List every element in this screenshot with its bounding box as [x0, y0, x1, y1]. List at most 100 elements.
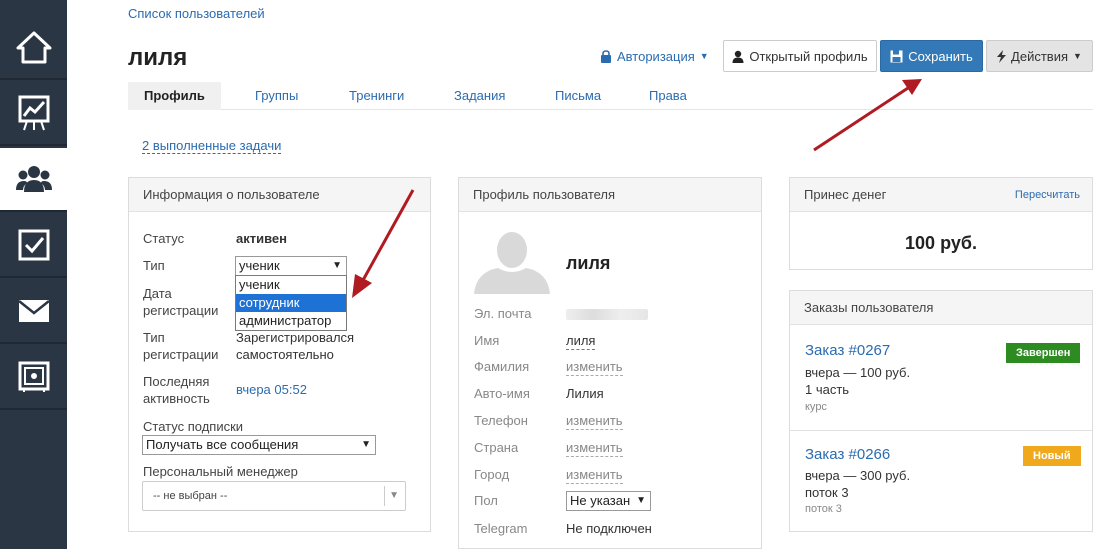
order-type: курс: [805, 401, 827, 413]
select-separator: [384, 486, 385, 506]
type-select-value: ученик: [239, 258, 280, 273]
type-label: Тип: [143, 258, 165, 273]
home-icon: [16, 31, 51, 64]
email-redacted: [566, 309, 648, 320]
status-label: Статус: [143, 231, 185, 246]
last-active-label-line2: активность: [143, 391, 210, 406]
last-name-label: Фамилия: [474, 359, 530, 374]
user-icon: [732, 50, 744, 63]
reg-date-label-line1: Дата: [143, 286, 172, 301]
caret-down-icon: ▼: [636, 495, 646, 506]
city-label: Город: [474, 467, 510, 482]
avatar-placeholder-icon: [474, 232, 550, 294]
reg-date-label-line2: регистрации: [143, 303, 219, 318]
order-when: вчера — 100 руб.: [805, 365, 911, 380]
orders-divider: [790, 430, 1092, 431]
type-dropdown-list: ученик сотрудник администратор: [235, 275, 347, 331]
gender-select-value: Не указан: [570, 493, 631, 508]
profile-name: лиля: [566, 253, 611, 273]
user-profile-title: Профиль пользователя: [459, 178, 761, 212]
phone-label: Телефон: [474, 413, 528, 428]
bolt-icon: [997, 49, 1007, 63]
authorization-dropdown[interactable]: Авторизация ▼: [600, 44, 709, 68]
caret-down-icon: ▼: [389, 490, 399, 501]
order-detail: 1 часть: [805, 382, 850, 397]
manager-select[interactable]: -- не выбран -- ▼: [142, 481, 406, 511]
authorization-label: Авторизация: [617, 48, 695, 64]
sidebar-item-safe[interactable]: [0, 346, 67, 410]
recalculate-link[interactable]: Пересчитать: [1015, 178, 1080, 212]
order-detail: поток 3: [805, 485, 849, 500]
tab-trainings[interactable]: Тренинги: [349, 82, 404, 110]
order-link[interactable]: Заказ #0267: [805, 342, 890, 359]
caret-down-icon: ▼: [699, 51, 709, 61]
first-name-label: Имя: [474, 333, 500, 348]
order-type: поток 3: [805, 503, 842, 515]
chart-board-icon: [18, 95, 49, 131]
open-profile-button[interactable]: Открытый профиль: [723, 40, 877, 72]
completed-tasks-link[interactable]: 2 выполненные задачи: [142, 138, 282, 154]
reg-type-value-line1: Зарегистрировался: [236, 330, 355, 345]
mail-icon: [17, 300, 50, 322]
city-edit-link[interactable]: изменить: [566, 466, 623, 484]
manager-select-value: -- не выбран --: [153, 490, 228, 502]
safe-icon: [18, 361, 49, 392]
caret-down-icon: ▼: [1073, 51, 1082, 61]
last-name-edit-link[interactable]: изменить: [566, 358, 623, 376]
checkbox-icon: [18, 229, 49, 261]
last-active-label-line1: Последняя: [143, 374, 210, 389]
order-when: вчера — 300 руб.: [805, 468, 911, 483]
auto-name-value: Лилия: [566, 386, 604, 401]
reg-type-label-line2: регистрации: [143, 347, 219, 362]
page-title: лиля: [128, 44, 188, 71]
telegram-label: Telegram: [474, 521, 528, 536]
profile-tabs: Профиль Группы Тренинги Задания Письма П…: [128, 82, 1093, 110]
sidebar-item-messages[interactable]: [0, 280, 67, 344]
sidebar-item-users[interactable]: [0, 148, 67, 212]
actions-dropdown-button[interactable]: Действия ▼: [986, 40, 1093, 72]
subscription-label: Статус подписки: [143, 419, 244, 434]
manager-label: Персональный менеджер: [143, 464, 298, 479]
email-label: Эл. почта: [474, 306, 532, 321]
country-edit-link[interactable]: изменить: [566, 439, 623, 457]
subscription-select[interactable]: Получать все сообщения ▼: [142, 435, 376, 455]
user-info-title: Информация о пользователе: [129, 178, 430, 212]
money-title: Принес денег Пересчитать: [790, 178, 1092, 212]
sidebar-item-home[interactable]: [0, 16, 67, 80]
sidebar-item-tasks[interactable]: [0, 214, 67, 278]
order-status-badge: Новый: [1023, 446, 1081, 466]
breadcrumb[interactable]: Список пользователей: [128, 6, 265, 21]
phone-edit-link[interactable]: изменить: [566, 412, 623, 430]
money-panel: Принес денег Пересчитать: [789, 177, 1093, 270]
tab-letters[interactable]: Письма: [555, 82, 601, 110]
first-name-value[interactable]: лиля: [566, 332, 596, 350]
sidebar: [0, 0, 67, 549]
lock-icon: [601, 49, 611, 63]
actions-label: Действия: [1011, 48, 1069, 64]
tab-tasks[interactable]: Задания: [454, 82, 505, 110]
type-option-admin[interactable]: администратор: [236, 312, 346, 330]
money-title-text: Принес денег: [804, 187, 887, 202]
open-profile-label: Открытый профиль: [749, 48, 868, 64]
status-value: активен: [236, 231, 287, 246]
sidebar-item-stats[interactable]: [0, 82, 67, 146]
last-active-value: вчера 05:52: [236, 382, 307, 397]
gender-label: Пол: [474, 493, 498, 508]
floppy-icon: [890, 50, 903, 62]
reg-type-label-line1: Тип: [143, 330, 165, 345]
save-button[interactable]: Сохранить: [880, 40, 983, 72]
subscription-select-value: Получать все сообщения: [146, 437, 299, 452]
type-select[interactable]: ученик ▼: [235, 256, 347, 276]
money-amount: 100 руб.: [905, 233, 977, 253]
tab-rights[interactable]: Права: [649, 82, 687, 110]
order-status-badge: Завершен: [1006, 343, 1081, 363]
telegram-value: Не подключен: [566, 521, 652, 536]
save-label: Сохранить: [908, 48, 973, 64]
users-icon: [15, 166, 52, 192]
tab-groups[interactable]: Группы: [255, 82, 298, 110]
tab-profile[interactable]: Профиль: [128, 82, 221, 110]
order-link[interactable]: Заказ #0266: [805, 446, 890, 463]
type-option-employee[interactable]: сотрудник: [236, 294, 346, 312]
gender-select[interactable]: Не указан ▼: [566, 491, 651, 511]
type-option-student[interactable]: ученик: [236, 276, 346, 294]
